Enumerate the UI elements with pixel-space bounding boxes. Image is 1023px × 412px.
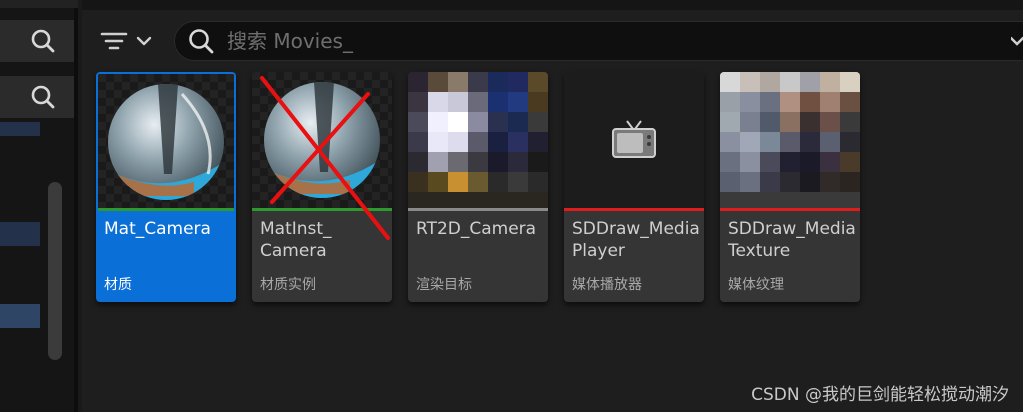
folder-tree-item[interactable]: [0, 122, 40, 136]
asset-tile-sddraw-mediatexture[interactable]: SDDraw_Media Texture 媒体纹理: [720, 72, 860, 302]
tv-icon: [612, 120, 656, 158]
left-search-button[interactable]: [0, 20, 74, 62]
folder-tree-item-selected[interactable]: [0, 304, 40, 328]
asset-type-label: 材质实例: [260, 277, 316, 293]
asset-thumbnail: [720, 72, 860, 208]
asset-type-color-bar: [720, 208, 860, 211]
asset-name: RT2D_Camera: [416, 219, 537, 239]
cross-out-mark: [260, 76, 390, 240]
asset-thumbnail: [564, 72, 704, 208]
asset-search-box[interactable]: [174, 21, 1023, 61]
asset-name: SDDraw_Media Player: [572, 219, 700, 261]
asset-type-label: 媒体播放器: [572, 277, 642, 293]
filter-button[interactable]: [100, 26, 158, 56]
asset-thumbnail: [98, 74, 234, 208]
watermark: CSDN @我的巨剑能轻松搅动潮汐: [751, 385, 1009, 405]
sphere-thumbnail-image: [98, 74, 234, 208]
asset-type-color-bar: [98, 208, 234, 211]
content-browser: Mat_Camera 材质: [0, 0, 1023, 412]
folder-tree-item[interactable]: [0, 222, 40, 246]
asset-thumbnail: [408, 72, 548, 208]
left-scrollbar[interactable]: [48, 182, 62, 360]
asset-tile-matinst-camera[interactable]: MatInst_ Camera 材质实例: [252, 72, 392, 302]
pixelated-thumbnail-image: [720, 72, 860, 208]
asset-view: Mat_Camera 材质: [82, 0, 1023, 412]
asset-type-color-bar: [564, 208, 704, 211]
search-icon: [31, 85, 55, 109]
asset-tile-rt2d-camera[interactable]: RT2D_Camera 渲染目标: [408, 72, 548, 302]
asset-type-label: 媒体纹理: [728, 277, 784, 293]
asset-type-label: 渲染目标: [416, 277, 472, 293]
chevron-down-icon: [136, 36, 152, 46]
left-panel-topbar: [0, 0, 78, 8]
search-icon: [31, 29, 55, 53]
asset-tile-sddraw-mediaplayer[interactable]: SDDraw_Media Player 媒体播放器: [564, 72, 704, 302]
search-input[interactable]: [227, 29, 987, 53]
search-icon: [189, 29, 214, 54]
asset-type-color-bar: [408, 208, 548, 211]
chevron-down-icon[interactable]: [1011, 32, 1023, 52]
top-divider: [82, 0, 1023, 10]
asset-name: SDDraw_Media Texture: [728, 219, 856, 261]
pixelated-thumbnail-image: [408, 72, 548, 208]
asset-name: Mat_Camera: [104, 219, 211, 239]
asset-tile-mat-camera[interactable]: Mat_Camera 材质: [96, 72, 236, 302]
left-panel: [0, 0, 78, 412]
left-search-button-secondary[interactable]: [0, 76, 74, 118]
filter-icon: [100, 32, 128, 50]
asset-type-label: 材质: [104, 277, 132, 293]
